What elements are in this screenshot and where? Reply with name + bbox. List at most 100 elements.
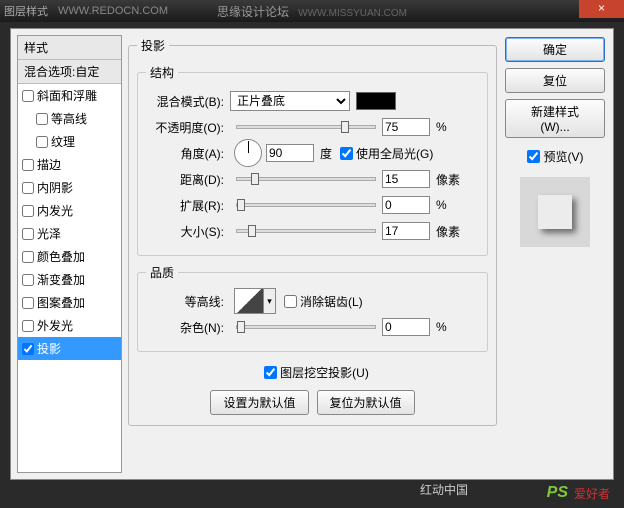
right-column: 确定 复位 新建样式(W)... 预览(V) [503,29,613,479]
spread-label: 扩展(R): [146,197,224,214]
bevel-checkbox[interactable] [22,90,34,102]
spread-input[interactable] [382,196,430,214]
sidebar-item-drop-shadow[interactable]: 投影 [18,337,121,360]
distance-label: 距离(D): [146,171,224,188]
preview-thumbnail [520,177,590,247]
close-button[interactable]: × [579,0,624,18]
size-row: 大小(S): 像素 [146,219,479,243]
blend-mode-row: 混合模式(B): 正片叠底 [146,89,479,113]
angle-input[interactable] [266,144,314,162]
sidebar-item-bevel[interactable]: 斜面和浮雕 [18,84,121,107]
global-light-label: 使用全局光(G) [356,145,433,162]
opacity-input[interactable] [382,118,430,136]
angle-label: 角度(A): [146,145,224,162]
angle-unit: 度 [320,145,332,162]
contour-checkbox[interactable] [36,113,48,125]
cancel-button[interactable]: 复位 [505,68,605,93]
ps-fan-text: 爱好者 [574,485,610,502]
spread-slider[interactable] [236,203,376,207]
sidebar-blend-options[interactable]: 混合选项:自定 [18,60,121,84]
color-overlay-checkbox[interactable] [22,251,34,263]
sidebar-item-stroke[interactable]: 描边 [18,153,121,176]
contour-picker[interactable] [234,288,264,314]
noise-row: 杂色(N): % [146,315,479,339]
structure-fieldset: 结构 混合模式(B): 正片叠底 不透明度(O): % 角度(A): 度 [137,64,488,256]
spread-row: 扩展(R): % [146,193,479,217]
noise-label: 杂色(N): [146,319,224,336]
noise-unit: % [436,320,447,334]
structure-legend: 结构 [146,64,178,81]
sidebar-item-gradient-overlay[interactable]: 渐变叠加 [18,268,121,291]
distance-input[interactable] [382,170,430,188]
distance-unit: 像素 [436,171,460,188]
size-input[interactable] [382,222,430,240]
sidebar-item-pattern-overlay[interactable]: 图案叠加 [18,291,121,314]
drop-shadow-checkbox[interactable] [22,343,34,355]
opacity-unit: % [436,120,447,134]
blend-mode-select[interactable]: 正片叠底 [230,91,350,111]
knockout-label: 图层挖空投影(U) [280,364,369,381]
sidebar-item-texture[interactable]: 纹理 [18,130,121,153]
quality-fieldset: 品质 等高线: ▾ 消除锯齿(L) 杂色(N): % [137,264,488,352]
opacity-slider[interactable] [236,125,376,129]
contour-label: 等高线: [146,293,224,310]
footer-brand: 红动中国 [420,481,468,498]
size-label: 大小(S): [146,223,224,240]
preview-label: 预览(V) [544,148,584,165]
noise-slider[interactable] [236,325,376,329]
satin-checkbox[interactable] [22,228,34,240]
pattern-overlay-checkbox[interactable] [22,297,34,309]
contour-dropdown[interactable]: ▾ [264,288,276,314]
preview-checkbox[interactable] [527,150,540,163]
texture-checkbox[interactable] [36,136,48,148]
footer-watermark: PS 爱好者 [547,484,610,502]
global-light-checkbox[interactable] [340,147,353,160]
distance-slider[interactable] [236,177,376,181]
antialias-label: 消除锯齿(L) [300,293,363,310]
knockout-checkbox[interactable] [264,366,277,379]
ps-logo-text: PS [547,484,568,502]
new-style-button[interactable]: 新建样式(W)... [505,99,605,138]
preview-row: 预览(V) [505,148,605,165]
panel-title: 投影 [137,37,169,54]
sidebar-item-inner-glow[interactable]: 内发光 [18,199,121,222]
spread-unit: % [436,198,447,212]
sidebar-item-outer-glow[interactable]: 外发光 [18,314,121,337]
window-title: 图层样式 [4,3,48,19]
sidebar-item-color-overlay[interactable]: 颜色叠加 [18,245,121,268]
main-panel: 投影 结构 混合模式(B): 正片叠底 不透明度(O): % 角度(A): [122,29,503,479]
ok-button[interactable]: 确定 [505,37,605,62]
watermark-forum: 思缘设计论坛 WWW.MISSYUAN.COM [217,3,407,20]
sidebar-item-inner-shadow[interactable]: 内阴影 [18,176,121,199]
outer-glow-checkbox[interactable] [22,320,34,332]
size-slider[interactable] [236,229,376,233]
gradient-overlay-checkbox[interactable] [22,274,34,286]
sidebar-header[interactable]: 样式 [18,36,121,60]
stroke-checkbox[interactable] [22,159,34,171]
reset-default-button[interactable]: 复位为默认值 [317,390,415,415]
knockout-row: 图层挖空投影(U) [137,360,488,384]
blend-mode-label: 混合模式(B): [146,93,224,110]
angle-row: 角度(A): 度 使用全局光(G) [146,141,479,165]
antialias-checkbox[interactable] [284,295,297,308]
drop-shadow-fieldset: 投影 结构 混合模式(B): 正片叠底 不透明度(O): % 角度(A): [128,37,497,426]
sidebar-item-contour[interactable]: 等高线 [18,107,121,130]
distance-row: 距离(D): 像素 [146,167,479,191]
quality-legend: 品质 [146,264,178,281]
default-buttons-row: 设置为默认值 复位为默认值 [137,390,488,415]
inner-shadow-checkbox[interactable] [22,182,34,194]
sidebar-item-satin[interactable]: 光泽 [18,222,121,245]
opacity-row: 不透明度(O): % [146,115,479,139]
opacity-label: 不透明度(O): [146,119,224,136]
inner-glow-checkbox[interactable] [22,205,34,217]
titlebar: 图层样式 WWW.REDOCN.COM 思缘设计论坛 WWW.MISSYUAN.… [0,0,624,22]
noise-input[interactable] [382,318,430,336]
styles-sidebar: 样式 混合选项:自定 斜面和浮雕 等高线 纹理 描边 内阴影 内发光 光泽 颜色… [17,35,122,473]
size-unit: 像素 [436,223,460,240]
layer-style-dialog: 样式 混合选项:自定 斜面和浮雕 等高线 纹理 描边 内阴影 内发光 光泽 颜色… [10,28,614,480]
shadow-color-swatch[interactable] [356,92,396,110]
contour-row: 等高线: ▾ 消除锯齿(L) [146,289,479,313]
watermark-url-1: WWW.REDOCN.COM [58,5,168,17]
make-default-button[interactable]: 设置为默认值 [210,390,308,415]
angle-dial[interactable] [234,139,262,167]
